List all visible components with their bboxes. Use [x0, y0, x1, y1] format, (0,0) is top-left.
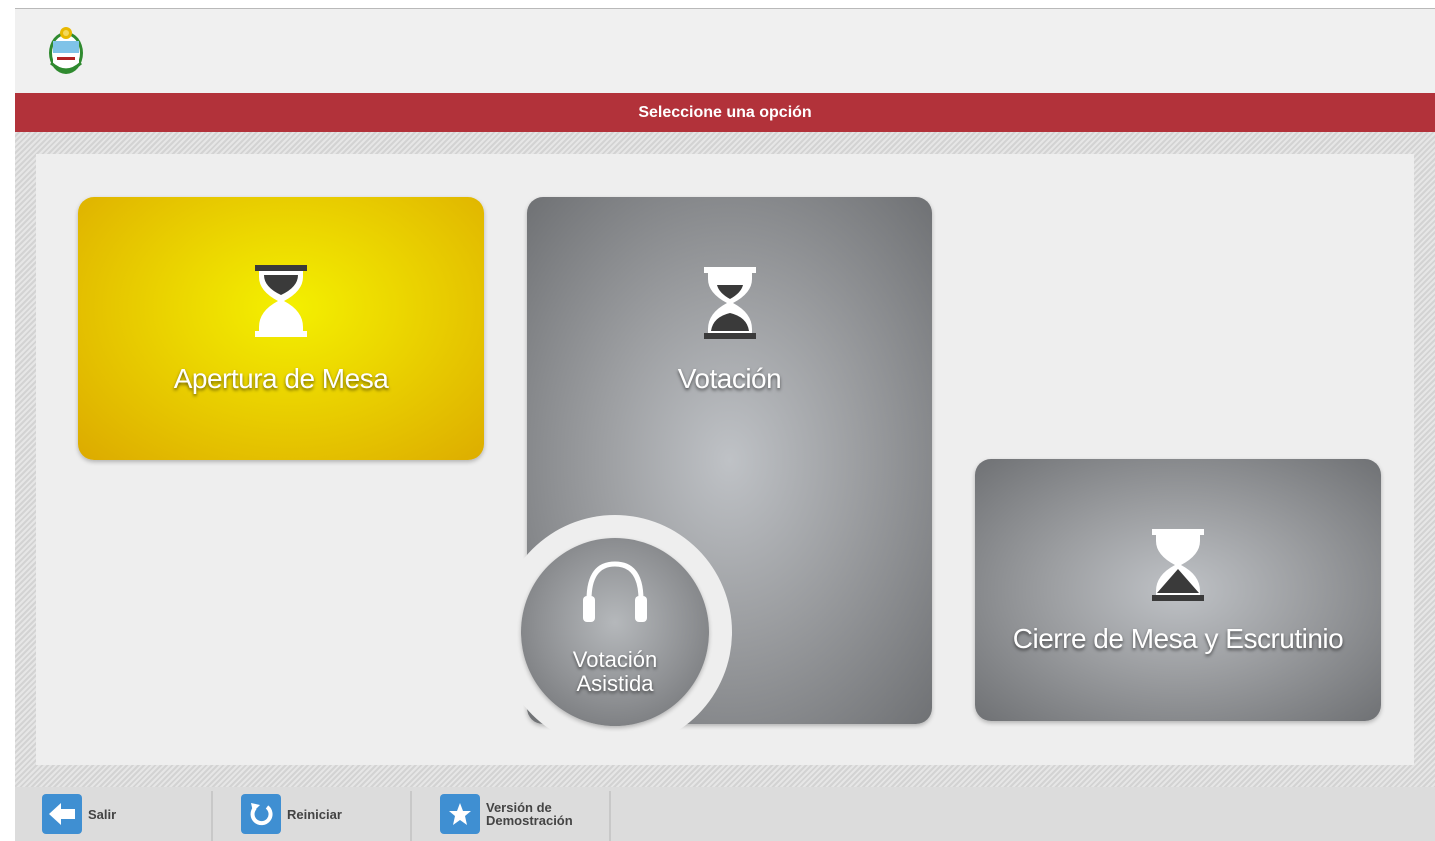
- cierre-de-mesa-label: Cierre de Mesa y Escrutinio: [1012, 623, 1344, 654]
- coat-of-arms-logo: [49, 27, 83, 74]
- app-header: [15, 9, 1435, 93]
- version-demostracion-label-line2: Demostración: [486, 813, 573, 828]
- star-icon: [440, 794, 480, 834]
- hourglass-icon: [1152, 529, 1204, 601]
- page-title: Seleccione una opción: [638, 103, 812, 121]
- reiniciar-button[interactable]: Reiniciar: [241, 787, 342, 841]
- footer-divider: [609, 791, 611, 841]
- hourglass-icon: [255, 265, 307, 337]
- salir-label: Salir: [88, 806, 117, 822]
- arrow-left-icon: [42, 794, 82, 834]
- version-demostracion-button[interactable]: Versión de Demostración: [440, 787, 586, 841]
- salir-button[interactable]: Salir: [42, 787, 116, 841]
- version-demostracion-label: Versión de Demostración: [486, 801, 586, 827]
- votacion-asistida-button[interactable]: Votación Asistida: [521, 538, 709, 726]
- headphones-icon: [583, 561, 647, 622]
- page-title-bar: Seleccione una opción: [15, 93, 1435, 132]
- refresh-icon: [241, 794, 281, 834]
- votacion-asistida-label-line1: Votación: [572, 647, 658, 672]
- footer-toolbar: Salir Reiniciar Versión de Demostración: [15, 787, 1435, 841]
- cierre-de-mesa-button[interactable]: Cierre de Mesa y Escrutinio: [975, 459, 1381, 721]
- votacion-asistida-label: Votación Asistida: [521, 648, 709, 696]
- votacion-asistida-label-line2: Asistida: [576, 671, 654, 696]
- footer-divider: [410, 791, 412, 841]
- votacion-label: Votación: [677, 363, 782, 394]
- apertura-de-mesa-button[interactable]: Apertura de Mesa: [78, 197, 484, 460]
- hourglass-icon: [704, 267, 756, 339]
- footer-divider: [211, 791, 213, 841]
- apertura-de-mesa-label: Apertura de Mesa: [173, 363, 389, 394]
- reiniciar-label: Reiniciar: [287, 806, 342, 822]
